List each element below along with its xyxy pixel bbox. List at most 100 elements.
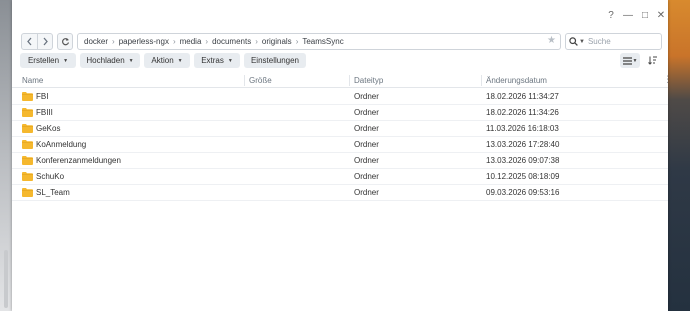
column-header-name[interactable]: Name — [22, 76, 43, 85]
file-name: FBIII — [36, 108, 53, 117]
settings-button-label: Einstellungen — [250, 56, 300, 65]
breadcrumb-teamssync[interactable]: TeamsSync — [302, 37, 343, 46]
search-input[interactable] — [587, 37, 648, 46]
file-type: Ordner — [354, 172, 379, 181]
folder-icon — [22, 140, 33, 149]
file-name: FBI — [36, 92, 49, 101]
table-row[interactable]: FBIII Ordner 18.02.2026 11:34:26 — [12, 105, 668, 121]
breadcrumb-separator: › — [295, 37, 299, 46]
help-icon: ? — [608, 9, 614, 21]
file-modified: 10.12.2025 08:18:09 — [486, 172, 560, 181]
column-options-icon[interactable]: ⋮ — [663, 74, 672, 85]
breadcrumb-media[interactable]: media — [180, 37, 202, 46]
table-row[interactable]: KoAnmeldung Ordner 13.03.2026 17:28:40 — [12, 137, 668, 153]
file-name: SchuKo — [36, 172, 65, 181]
refresh-button[interactable] — [57, 33, 73, 50]
file-modified: 13.03.2026 09:07:38 — [486, 156, 560, 165]
upload-button[interactable]: Hochladen ▼ — [80, 53, 140, 68]
back-button[interactable] — [22, 34, 37, 49]
column-header-modified[interactable]: Änderungsdatum — [486, 76, 547, 85]
file-modified: 18.02.2026 11:34:26 — [486, 108, 559, 117]
title-bar: ? — □ ✕ — [12, 0, 668, 30]
folder-icon — [22, 92, 33, 101]
file-name: GeKos — [36, 124, 61, 133]
search-options-chevron-icon[interactable]: ▼ — [579, 39, 585, 45]
breadcrumb-separator: › — [205, 37, 209, 46]
table-row[interactable]: GeKos Ordner 11.03.2026 16:18:03 — [12, 121, 668, 137]
desktop-background-left — [0, 0, 12, 311]
folder-icon — [22, 124, 33, 133]
table-row[interactable]: SchuKo Ordner 10.12.2025 08:18:09 — [12, 169, 668, 185]
desktop-background-right — [668, 0, 690, 311]
history-buttons — [21, 33, 53, 50]
desktop-scrollbar[interactable] — [4, 250, 8, 308]
file-type: Ordner — [354, 124, 379, 133]
file-name: Konferenzanmeldungen — [36, 156, 121, 165]
file-station-window: ? — □ ✕ docker › paperless-ngx › media ›… — [12, 0, 672, 311]
chevron-down-icon: ▼ — [632, 57, 638, 64]
create-button[interactable]: Erstellen ▼ — [20, 53, 76, 68]
star-icon[interactable]: ★ — [547, 35, 556, 46]
view-mode-button[interactable]: ▼ — [620, 53, 640, 68]
empty-list-area[interactable] — [12, 205, 668, 311]
help-button[interactable]: ? — [604, 8, 618, 22]
extras-button-label: Extras — [201, 56, 224, 65]
table-header: Name Größe Dateityp Änderungsdatum ⋮ — [12, 73, 672, 88]
column-divider[interactable] — [481, 75, 482, 86]
breadcrumb-paperless-ngx[interactable]: paperless-ngx — [119, 37, 169, 46]
table-row[interactable]: Konferenzanmeldungen Ordner 13.03.2026 0… — [12, 153, 668, 169]
breadcrumb-separator: › — [112, 37, 115, 46]
table-row[interactable]: SL_Team Ordner 09.03.2026 09:53:16 — [12, 185, 668, 201]
refresh-icon — [61, 38, 69, 46]
file-modified: 09.03.2026 09:53:16 — [486, 188, 560, 197]
action-button[interactable]: Aktion ▼ — [144, 53, 190, 68]
file-type: Ordner — [354, 108, 379, 117]
chevron-down-icon: ▼ — [128, 57, 134, 64]
breadcrumb-originals[interactable]: originals — [262, 37, 292, 46]
folder-icon — [22, 188, 33, 197]
create-button-label: Erstellen — [27, 56, 60, 65]
sort-icon — [648, 56, 657, 65]
forward-button[interactable] — [37, 34, 52, 49]
file-list: FBI Ordner 18.02.2026 11:34:27 FBIII Ord… — [12, 89, 668, 201]
file-name: SL_Team — [36, 188, 70, 197]
chevron-down-icon: ▼ — [177, 57, 183, 64]
file-type: Ordner — [354, 188, 379, 197]
file-modified: 13.03.2026 17:28:40 — [486, 140, 560, 149]
breadcrumb-separator: › — [255, 37, 258, 46]
column-header-size[interactable]: Größe — [249, 76, 272, 85]
close-icon: ✕ — [656, 9, 666, 21]
folder-icon — [22, 156, 33, 165]
chevron-down-icon: ▼ — [63, 57, 69, 64]
minimize-button[interactable]: — — [621, 8, 635, 22]
chevron-down-icon: ▼ — [227, 57, 233, 64]
file-modified: 18.02.2026 11:34:27 — [486, 92, 559, 101]
settings-button[interactable]: Einstellungen — [244, 53, 306, 68]
folder-icon — [22, 108, 33, 117]
file-type: Ordner — [354, 140, 379, 149]
path-bar[interactable]: docker › paperless-ngx › media › documen… — [77, 33, 561, 50]
action-button-label: Aktion — [151, 56, 174, 65]
sort-button[interactable] — [644, 53, 662, 68]
minimize-icon: — — [623, 9, 633, 21]
search-icon — [569, 37, 578, 46]
toolbar: Erstellen ▼ Hochladen ▼ Aktion ▼ Extras ▼ Ei… — [12, 53, 668, 69]
maximize-icon: □ — [641, 9, 649, 21]
list-view-icon — [622, 56, 632, 65]
chevron-left-icon — [27, 37, 32, 46]
chevron-right-icon — [43, 37, 48, 46]
file-type: Ordner — [354, 92, 379, 101]
file-modified: 11.03.2026 16:18:03 — [486, 124, 559, 133]
column-divider[interactable] — [244, 75, 245, 86]
column-header-type[interactable]: Dateityp — [354, 76, 383, 85]
file-type: Ordner — [354, 156, 379, 165]
table-row[interactable]: FBI Ordner 18.02.2026 11:34:27 — [12, 89, 668, 105]
extras-button[interactable]: Extras ▼ — [194, 53, 240, 68]
search-box[interactable]: ▼ — [565, 33, 662, 50]
close-button[interactable]: ✕ — [654, 8, 668, 22]
column-divider[interactable] — [349, 75, 350, 86]
breadcrumb-documents[interactable]: documents — [212, 37, 251, 46]
maximize-button[interactable]: □ — [638, 8, 652, 22]
breadcrumb-docker[interactable]: docker — [84, 37, 108, 46]
navigation-bar: docker › paperless-ngx › media › documen… — [12, 32, 668, 52]
